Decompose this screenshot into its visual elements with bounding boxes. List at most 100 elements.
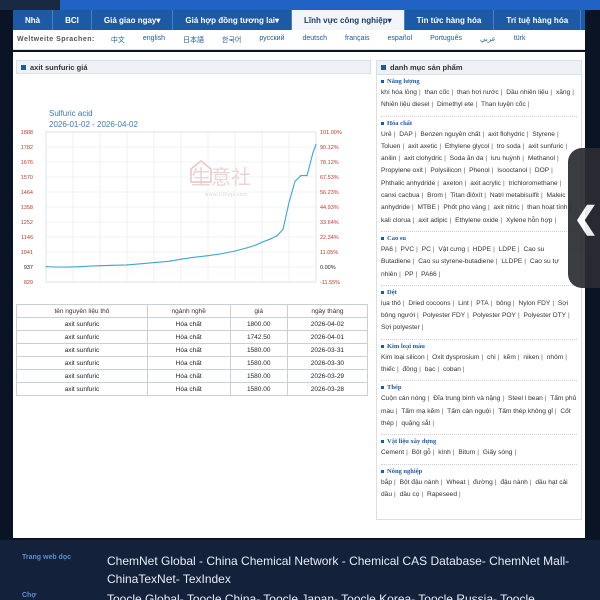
category-link[interactable]: Giấy sóng — [483, 449, 513, 456]
category-link[interactable]: Ethylene glycol — [445, 143, 489, 150]
category-link[interactable]: axit sunfuric — [528, 143, 563, 150]
category-link[interactable]: Cuộn cán nóng — [381, 395, 426, 402]
category-link[interactable]: PTA — [476, 300, 488, 307]
language-link-4[interactable]: русский — [259, 35, 284, 45]
category-link[interactable]: Toluen — [381, 143, 400, 150]
category-link[interactable]: quặng sắt — [401, 420, 430, 427]
category-link[interactable]: Propylene oxit — [381, 167, 423, 174]
category-link[interactable]: PA66 — [421, 271, 437, 278]
category-group-title[interactable]: Năng lượng — [381, 78, 577, 85]
category-link[interactable]: Than luyện cốc — [481, 101, 526, 108]
language-link-5[interactable]: deutsch — [302, 35, 327, 45]
category-link[interactable]: Polyester FDY — [423, 312, 466, 319]
category-link[interactable]: Sợi polyester — [381, 324, 420, 331]
category-link[interactable]: Bitum — [458, 449, 475, 456]
category-link[interactable]: anilin — [381, 155, 396, 162]
language-link-10[interactable]: türk — [514, 35, 526, 45]
category-link[interactable]: PP — [405, 271, 414, 278]
category-link[interactable]: kẽm — [503, 354, 515, 361]
category-link[interactable]: PA6 — [381, 246, 393, 253]
language-link-8[interactable]: Português — [430, 35, 462, 45]
language-link-7[interactable]: español — [388, 35, 413, 45]
nav-item-4[interactable]: Lĩnh vực công nghiệp▾ — [292, 10, 405, 30]
category-link[interactable]: Đĩa trung bình và nặng — [433, 395, 500, 402]
category-group-title[interactable]: Vật liệu xây dựng — [381, 438, 577, 445]
category-link[interactable]: bông — [496, 300, 511, 307]
language-link-2[interactable]: 日本語 — [183, 35, 204, 45]
footer-market-links[interactable]: Toocle Global- Toocle China- Toocle Japa… — [107, 590, 577, 600]
category-link[interactable]: Tấm cán nguội — [447, 408, 491, 415]
category-link[interactable]: kính — [438, 449, 450, 456]
language-link-3[interactable]: 한국어 — [222, 35, 241, 45]
category-link[interactable]: LLDPE — [501, 258, 522, 265]
category-link[interactable]: Polyester POY — [473, 312, 516, 319]
category-link[interactable]: axit clohydric — [404, 155, 442, 162]
category-link[interactable]: coban — [443, 366, 461, 373]
category-group-title[interactable]: Nông nghiệp — [381, 468, 577, 475]
category-group-title[interactable]: Cao su — [381, 235, 577, 242]
side-panel-handle[interactable]: ❮ — [568, 148, 600, 288]
category-link[interactable]: Soda ăn da — [450, 155, 484, 162]
category-link[interactable]: Phenol — [469, 167, 490, 174]
category-link[interactable]: Wheat — [446, 479, 465, 486]
category-link[interactable]: khí hóa lỏng — [381, 89, 417, 96]
category-link[interactable]: Urê — [381, 131, 392, 138]
category-group-title[interactable]: Thép — [381, 384, 577, 391]
category-link[interactable]: Nylon FDY — [518, 300, 550, 307]
category-link[interactable]: niken — [523, 354, 539, 361]
category-link[interactable]: Titan điôxít — [450, 192, 482, 199]
category-link[interactable]: Dried cocoons — [408, 300, 450, 307]
language-link-6[interactable]: français — [345, 35, 370, 45]
category-link[interactable]: axit flohydric — [488, 131, 525, 138]
category-link[interactable]: DAP — [399, 131, 413, 138]
footer-vertical-sites-links[interactable]: ChemNet Global - China Chemical Network … — [107, 552, 577, 588]
category-link[interactable]: tro soda — [497, 143, 521, 150]
category-link[interactable]: HDPE — [473, 246, 491, 253]
category-link[interactable]: PC — [422, 246, 431, 253]
nav-item-2[interactable]: Giá giao ngay▾ — [92, 10, 174, 30]
category-link[interactable]: lưu huỳnh — [491, 155, 520, 162]
category-link[interactable]: Dầu nhiên liệu — [506, 89, 548, 96]
category-link[interactable]: than hơi nước — [457, 89, 499, 96]
category-link[interactable]: Kim loại silicon — [381, 354, 425, 361]
category-link[interactable]: dầu cọ — [400, 491, 420, 498]
category-link[interactable]: axeton — [443, 180, 463, 187]
category-link[interactable]: Benzen nguyên chất — [420, 131, 480, 138]
category-link[interactable]: Dimethyl ete — [437, 101, 474, 108]
category-link[interactable]: axit nitric — [494, 204, 520, 211]
category-link[interactable]: than hoạt tính — [527, 204, 567, 211]
category-link[interactable]: Phthalic anhydride — [381, 180, 435, 187]
category-link[interactable]: Tấm thép không gỉ — [498, 408, 553, 415]
category-link[interactable]: Polysilicon — [430, 167, 461, 174]
nav-item-3[interactable]: Giá hợp đồng tương lai▾ — [173, 10, 293, 30]
nav-item-6[interactable]: Trí tuệ hàng hóa — [494, 10, 582, 30]
category-link[interactable]: Vật cưng — [438, 246, 465, 253]
category-link[interactable]: Ethylene oxide — [455, 217, 498, 224]
category-link[interactable]: lụa thô — [381, 300, 401, 307]
category-link[interactable]: Xylene hỗn hợp — [506, 217, 553, 224]
nav-item-0[interactable]: Nhà — [13, 10, 54, 30]
category-link[interactable]: PVC — [401, 246, 415, 253]
category-link[interactable]: Cao su styrene-butadiene — [418, 258, 494, 265]
category-link[interactable]: bạc — [425, 366, 436, 373]
nav-item-1[interactable]: BCI — [53, 10, 92, 30]
category-link[interactable]: chì — [487, 354, 496, 361]
category-link[interactable]: MTBE — [418, 204, 436, 211]
nav-item-5[interactable]: Tin tức hàng hóa — [405, 10, 495, 30]
category-link[interactable]: Polyester DTY — [524, 312, 567, 319]
category-link[interactable]: DOP — [535, 167, 549, 174]
category-link[interactable]: than cốc — [425, 89, 450, 96]
category-link[interactable]: bắp — [381, 479, 392, 486]
category-link[interactable]: Isooctanol — [497, 167, 527, 174]
category-link[interactable]: canxi cacbua — [381, 192, 420, 199]
category-link[interactable]: thiếc — [381, 366, 395, 373]
category-link[interactable]: axit adipic — [418, 217, 447, 224]
category-group-title[interactable]: Dệt — [381, 289, 577, 296]
category-link[interactable]: Natri metabisulfit — [490, 192, 539, 199]
category-link[interactable]: đồng — [403, 366, 418, 373]
category-link[interactable]: Nhiên liệu diesel — [381, 101, 429, 108]
category-link[interactable]: Tấm mạ kẽm — [401, 408, 439, 415]
category-link[interactable]: đường — [473, 479, 493, 486]
category-link[interactable]: Phốt pho vàng — [443, 204, 486, 211]
category-link[interactable]: xăng — [556, 89, 570, 96]
